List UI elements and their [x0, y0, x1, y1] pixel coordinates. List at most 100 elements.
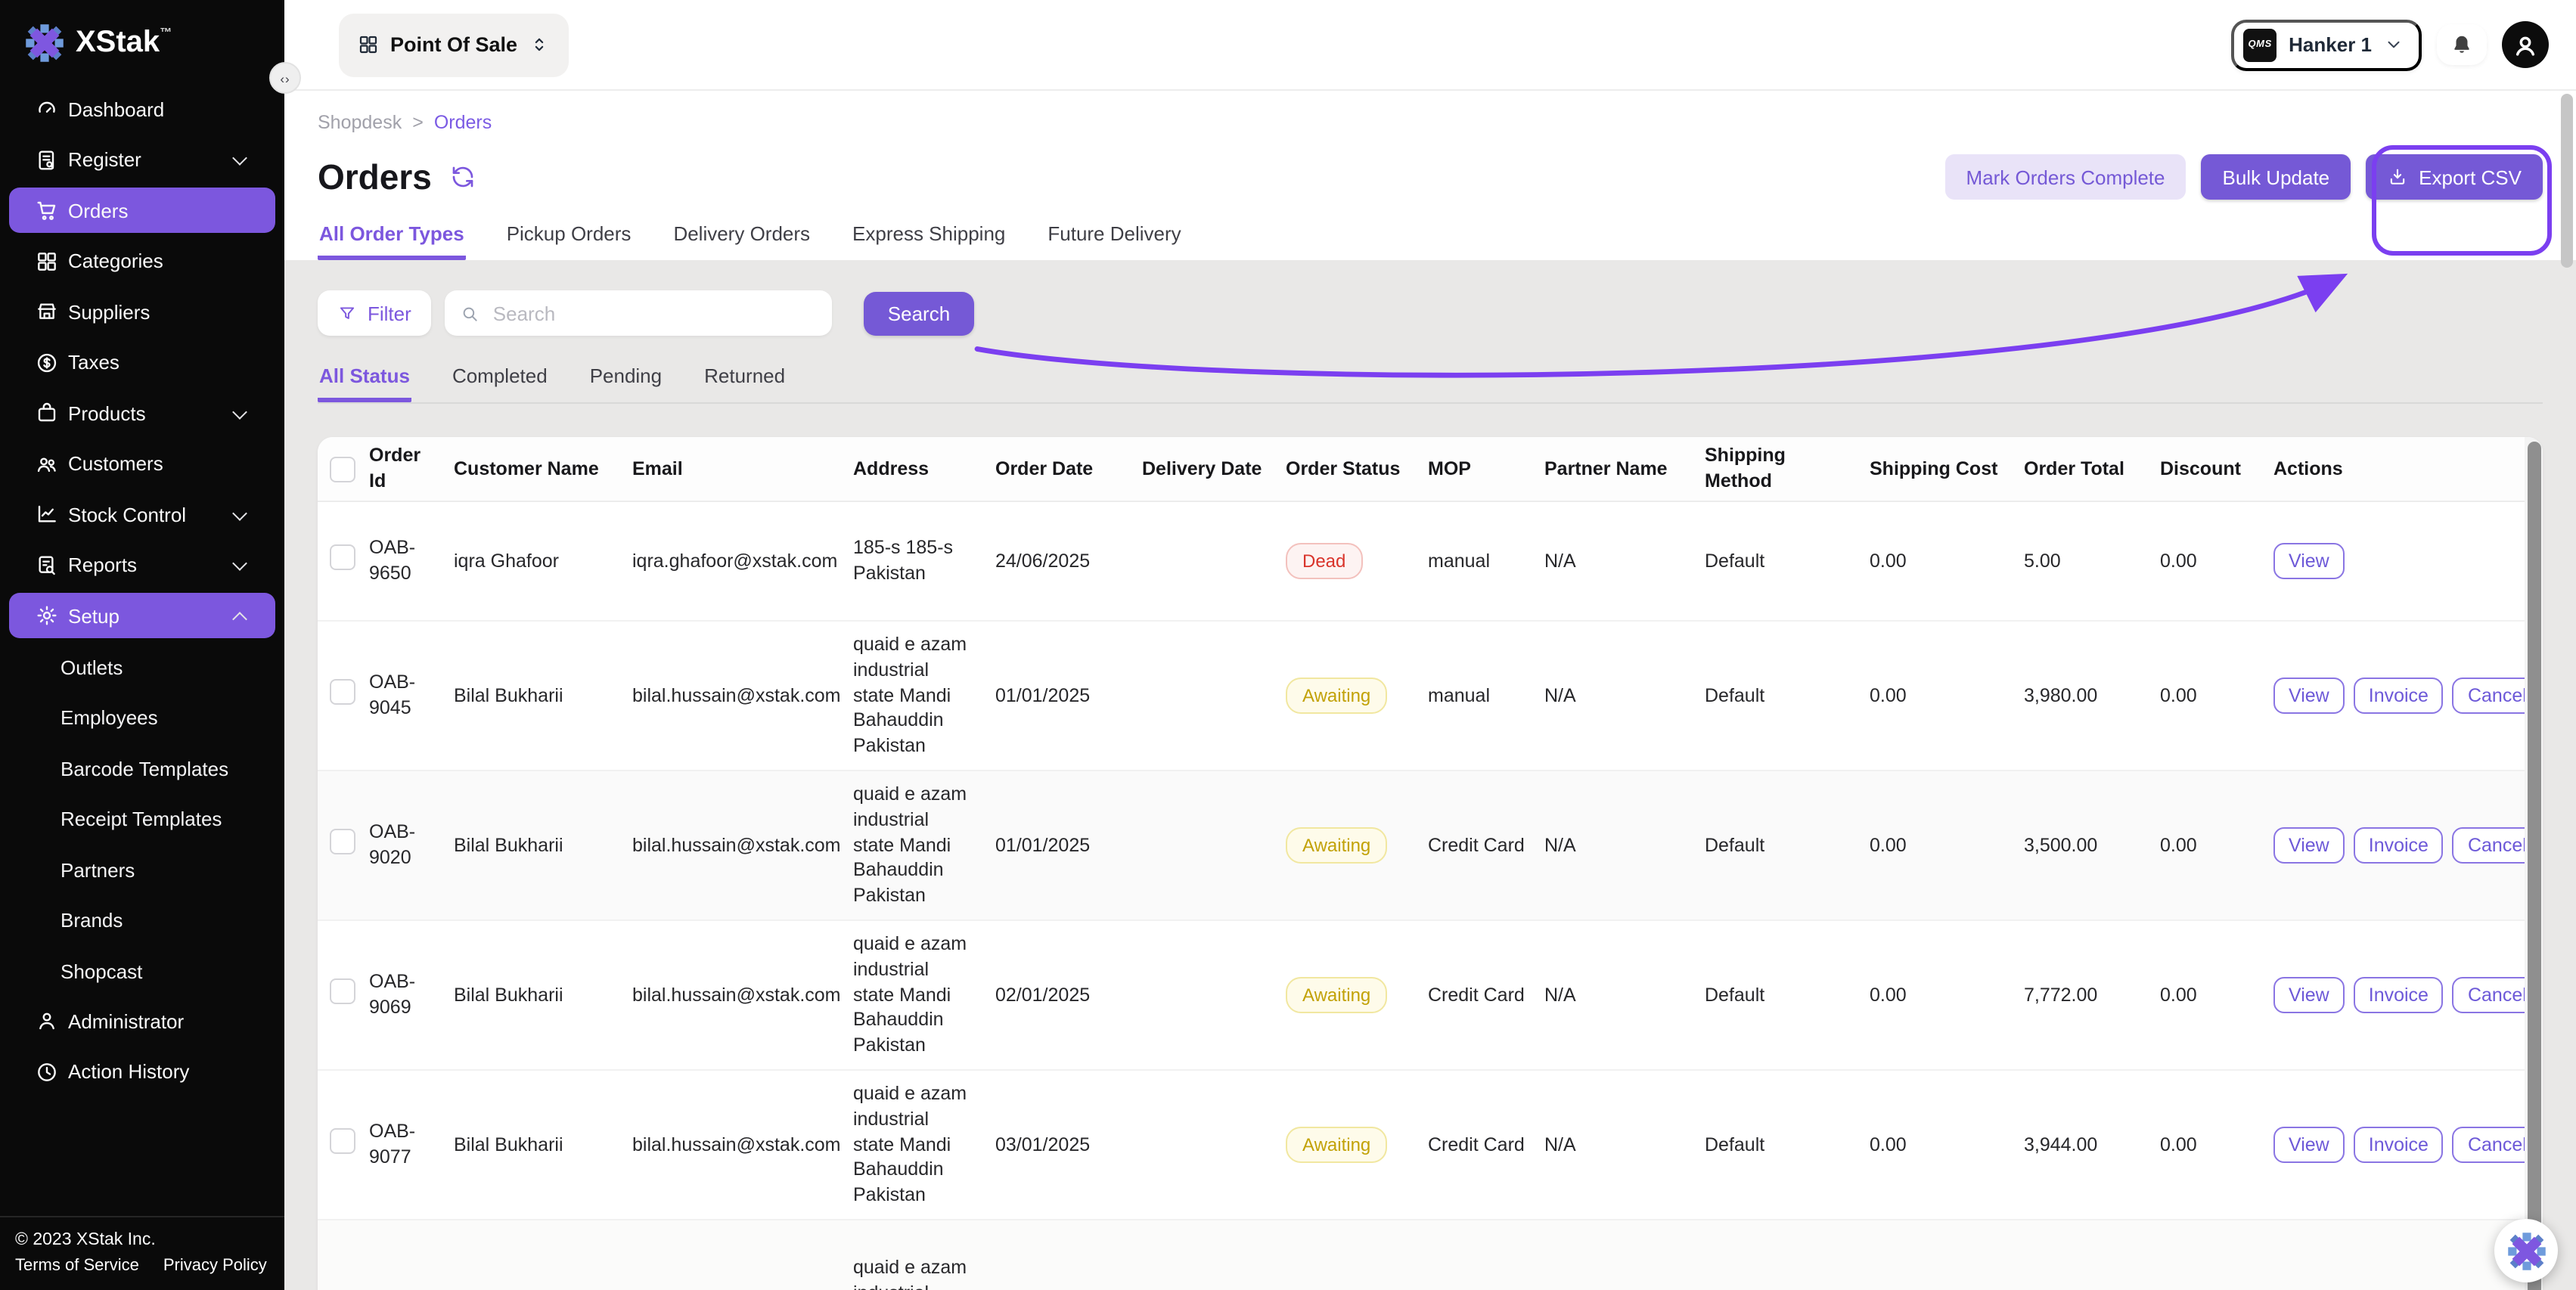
sidebar-item[interactable]: Taxes — [9, 340, 275, 385]
sidebar-item[interactable]: Dashboard — [9, 86, 275, 132]
tax-icon — [35, 350, 59, 374]
sidebar-subitem[interactable]: Shopcast — [0, 947, 284, 993]
sidebar-subitem[interactable]: Outlets — [0, 643, 284, 689]
sidebar-item-group: Action History — [0, 1049, 284, 1094]
chevron-down-icon — [2384, 35, 2404, 54]
discount-cell: 0.00 — [2160, 982, 2273, 1008]
sidebar-item[interactable]: Orders — [9, 188, 275, 233]
user-avatar[interactable] — [2502, 21, 2549, 68]
order-total-cell: 3,944.00 — [2024, 1132, 2160, 1158]
row-action-button[interactable]: View — [2273, 678, 2345, 714]
sidebar-item[interactable]: Suppliers — [9, 289, 275, 334]
page-scrollbar-thumb[interactable] — [2561, 94, 2573, 268]
status-tab[interactable]: All Status — [318, 364, 411, 402]
filter-label: Filter — [368, 302, 411, 324]
refresh-icon[interactable] — [452, 165, 476, 189]
sidebar-item[interactable]: Setup — [9, 593, 275, 638]
sidebar-item-group: Setup Outlets Employees Barcode Template… — [0, 593, 284, 993]
email-cell: iqra.ghafoor@xstak.com — [632, 548, 853, 574]
order-date-cell: 01/01/2025 — [995, 833, 1142, 858]
order-type-tab[interactable]: Express Shipping — [851, 222, 1007, 260]
sidebar-subitem[interactable]: Partners — [0, 846, 284, 892]
row-action-button[interactable]: Invoice — [2354, 678, 2444, 714]
sidebar-item[interactable]: Register — [9, 137, 275, 182]
sidebar-item[interactable]: Customers — [9, 441, 275, 486]
table-row: OAB- quaid e azam industrial state Mandi… — [318, 1219, 2525, 1290]
status-tab[interactable]: Returned — [703, 364, 787, 402]
sidebar-item[interactable]: Stock Control — [9, 492, 275, 537]
breadcrumb-item[interactable]: Shopdesk — [318, 112, 402, 133]
page-title: Orders — [318, 157, 432, 197]
order-type-tab[interactable]: Future Delivery — [1046, 222, 1182, 260]
select-all-checkbox[interactable] — [330, 456, 355, 482]
status-badge: Awaiting — [1286, 1127, 1387, 1163]
store-icon — [35, 299, 59, 324]
partner-name-cell: N/A — [1544, 548, 1705, 574]
sidebar-item[interactable]: Products — [9, 390, 275, 436]
sidebar-item-label: Setup — [68, 604, 119, 627]
export-csv-button[interactable]: Export CSV — [2366, 154, 2543, 200]
sidebar-collapse-toggle[interactable]: ‹› — [269, 62, 301, 94]
row-checkbox[interactable] — [330, 978, 355, 1004]
status-tab[interactable]: Pending — [588, 364, 663, 402]
row-action-button[interactable]: Invoice — [2354, 977, 2444, 1013]
footer-link[interactable]: Privacy Policy — [163, 1257, 267, 1275]
column-header: Email — [632, 456, 853, 482]
bell-icon — [2450, 33, 2473, 56]
main-panel: ‹› Point Of Sale QMS Hanker 1 — [284, 0, 2576, 1290]
row-action-button[interactable]: Invoice — [2354, 1127, 2444, 1163]
breadcrumb-item-current[interactable]: Orders — [434, 112, 492, 133]
footer-link[interactable]: Terms of Service — [15, 1257, 139, 1275]
sidebar-subitem[interactable]: Brands — [0, 897, 284, 942]
order-type-tab[interactable]: Delivery Orders — [672, 222, 812, 260]
brand: XStak™ — [0, 0, 284, 68]
trademark-mark: ™ — [160, 25, 172, 39]
status-badge: Awaiting — [1286, 678, 1387, 714]
shipping-method-cell: Default — [1705, 548, 1870, 574]
filter-button[interactable]: Filter — [318, 290, 431, 336]
gear-icon — [35, 603, 59, 628]
chevron-icon — [232, 505, 247, 520]
row-action-button[interactable]: View — [2273, 543, 2345, 579]
row-action-button[interactable]: View — [2273, 827, 2345, 864]
sidebar-item[interactable]: Action History — [9, 1049, 275, 1094]
table-scrollbar-thumb[interactable] — [2527, 442, 2540, 1290]
sidebar-item[interactable]: Administrator — [9, 998, 275, 1043]
sidebar-subitem[interactable]: Receipt Templates — [0, 795, 284, 841]
sidebar-subitem[interactable]: Barcode Templates — [0, 745, 284, 790]
mark-orders-complete-button[interactable]: Mark Orders Complete — [1945, 154, 2186, 200]
row-checkbox[interactable] — [330, 1128, 355, 1154]
sidebar-item-label: Stock Control — [68, 503, 186, 526]
topbar-right: QMS Hanker 1 — [2231, 19, 2549, 70]
row-checkbox[interactable] — [330, 679, 355, 705]
column-header: Partner Name — [1544, 456, 1705, 482]
order-id-cell: OAB-9650 — [369, 535, 454, 587]
sidebar-item-group: Dashboard — [0, 86, 284, 132]
row-action-button[interactable]: Invoice — [2354, 827, 2444, 864]
sidebar-item[interactable]: Reports — [9, 542, 275, 588]
status-tab[interactable]: Completed — [451, 364, 549, 402]
grid-icon — [357, 33, 380, 56]
search-input[interactable] — [490, 300, 817, 326]
mop-cell: Credit Card — [1428, 833, 1544, 858]
sidebar-item-label: Administrator — [68, 1009, 184, 1032]
notifications-button[interactable] — [2437, 24, 2487, 65]
column-header: Order Status — [1286, 456, 1428, 482]
bulk-update-button[interactable]: Bulk Update — [2202, 154, 2351, 200]
order-date-cell: 24/06/2025 — [995, 548, 1142, 574]
search-button[interactable]: Search — [864, 291, 974, 335]
org-switcher[interactable]: QMS Hanker 1 — [2231, 19, 2422, 70]
row-checkbox[interactable] — [330, 544, 355, 570]
row-checkbox[interactable] — [330, 829, 355, 854]
app-switcher[interactable]: Point Of Sale — [339, 13, 569, 76]
column-header: Discount — [2160, 456, 2273, 482]
sidebar-subitem[interactable]: Employees — [0, 694, 284, 740]
admin-icon — [35, 1009, 59, 1033]
order-id-cell: OAB-9077 — [369, 1119, 454, 1171]
mop-cell: manual — [1428, 548, 1544, 574]
row-action-button[interactable]: View — [2273, 977, 2345, 1013]
row-action-button[interactable]: View — [2273, 1127, 2345, 1163]
sidebar-item[interactable]: Categories — [9, 238, 275, 284]
order-type-tab[interactable]: All Order Types — [318, 222, 466, 260]
order-type-tab[interactable]: Pickup Orders — [505, 222, 633, 260]
